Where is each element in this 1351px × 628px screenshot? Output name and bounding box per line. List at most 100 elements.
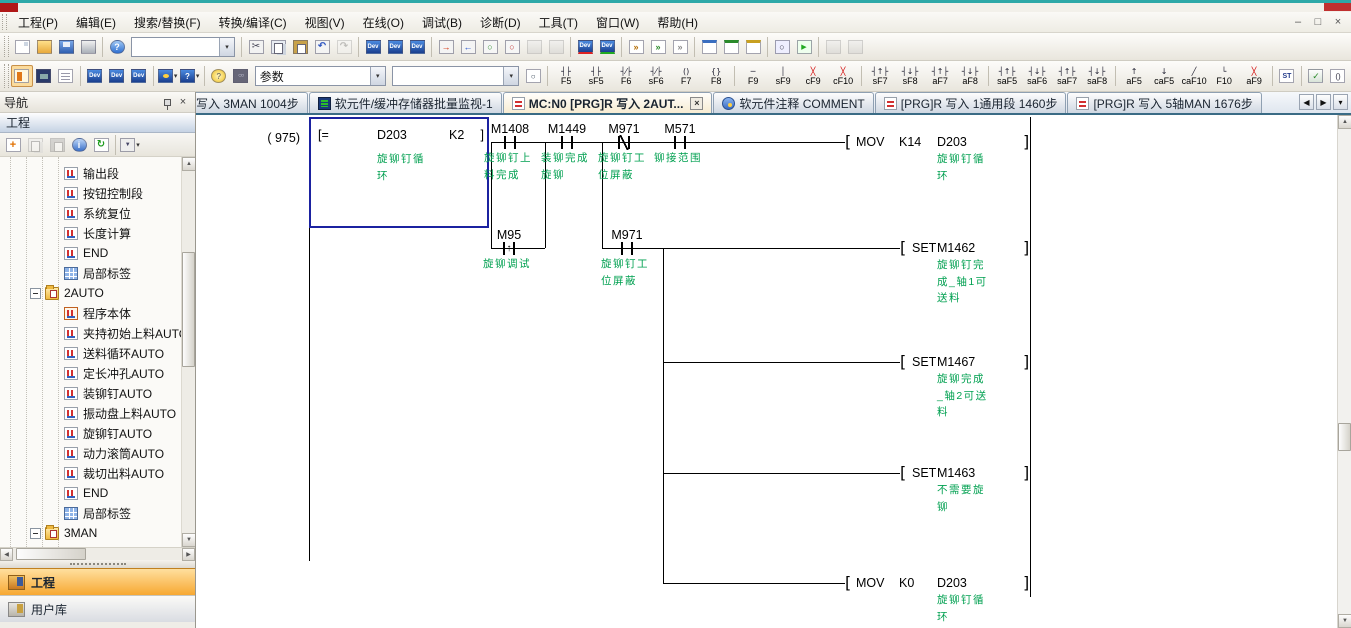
menu-item-6[interactable]: 调试(B) — [413, 12, 471, 33]
ladder-edit-icon[interactable] — [698, 36, 720, 58]
chevron-down-icon[interactable]: ▾ — [136, 141, 140, 149]
ladder-symbol-saF6-button[interactable]: ┤↓├saF6 — [1022, 64, 1052, 89]
scroll-up-arrow[interactable]: ▲ — [182, 157, 195, 171]
paste-icon[interactable] — [289, 36, 311, 58]
tree-item[interactable]: 2AUTO — [0, 283, 181, 303]
tree-item[interactable]: 输出段 — [0, 163, 181, 183]
minimize-button[interactable]: – — [1291, 16, 1305, 28]
menu-item-10[interactable]: 帮助(H) — [648, 12, 707, 33]
undo-icon[interactable] — [311, 36, 333, 58]
ladder-symbol-sF6-button[interactable]: ┤⁄├sF6 — [641, 64, 671, 89]
jump-green-icon[interactable] — [647, 36, 669, 58]
device-clear-icon[interactable] — [596, 36, 618, 58]
tree-item[interactable]: 长度计算 — [0, 223, 181, 243]
close-panel-button[interactable]: × — [175, 95, 191, 110]
menu-item-8[interactable]: 工具(T) — [530, 12, 587, 33]
ladder-symbol-sF9-button[interactable]: │sF9 — [768, 64, 798, 89]
document-tab-1[interactable]: 软元件/缓冲存储器批量监视-1 — [309, 92, 502, 113]
tab-scroll-right-icon[interactable]: ▶ — [1316, 94, 1331, 110]
device-combo[interactable]: ▾ — [392, 66, 519, 86]
write-to-plc-icon[interactable] — [435, 36, 457, 58]
cut-icon[interactable] — [245, 36, 267, 58]
new-data-icon[interactable] — [2, 134, 24, 156]
menu-item-4[interactable]: 视图(V) — [296, 12, 354, 33]
ladder-symbol-aF9-button[interactable]: ╳aF9 — [1239, 64, 1269, 89]
window-combo[interactable]: ▾ — [131, 37, 235, 57]
tab-close-icon[interactable]: × — [690, 97, 703, 110]
ladder-symbol-F5-button[interactable]: ┤├F5 — [551, 64, 581, 89]
menu-item-2[interactable]: 搜索/替换(F) — [125, 12, 210, 33]
device-test-icon[interactable] — [574, 36, 596, 58]
tree-item[interactable]: 局部标签 — [0, 503, 181, 523]
find-icon[interactable] — [230, 65, 252, 87]
edit-coil-icon[interactable] — [1327, 65, 1349, 87]
device-memory-icon[interactable] — [106, 65, 128, 87]
program-run-icon[interactable] — [793, 36, 815, 58]
tree-item[interactable]: 夹持初始上料AUTO — [0, 323, 181, 343]
sort-icon[interactable]: ▾ — [119, 134, 141, 156]
device-register-monitor-icon[interactable] — [406, 36, 428, 58]
ladder-symbol-caF10-button[interactable]: ╱caF10 — [1179, 64, 1209, 89]
close-button[interactable]: × — [1331, 16, 1345, 28]
data-combo[interactable]: 参数 ▾ — [255, 66, 386, 86]
menu-item-7[interactable]: 诊断(D) — [471, 12, 530, 33]
tree-item[interactable]: 系统复位 — [0, 203, 181, 223]
document-tab-2[interactable]: MC:N0 [PRG]R 写入 2AUT...× — [503, 92, 713, 113]
tree-item[interactable]: 定长冲孔AUTO — [0, 363, 181, 383]
document-tab-3[interactable]: 软元件注释 COMMENT — [713, 92, 873, 113]
ladder-symbol-F10-button[interactable]: └F10 — [1209, 64, 1239, 89]
chevron-down-icon[interactable]: ▾ — [503, 67, 518, 85]
chevron-down-icon[interactable]: ▾ — [219, 38, 234, 56]
device-find-icon[interactable]: ▾ — [179, 65, 201, 87]
ladder-symbol-F6-button[interactable]: ┤⁄├F6 — [611, 64, 641, 89]
ladder-symbol-sF8-button[interactable]: ┤↓├sF8 — [895, 64, 925, 89]
ladder-symbol-saF8-button[interactable]: ┤↓├saF8 — [1082, 64, 1112, 89]
ladder-symbol-cF10-button[interactable]: ╳cF10 — [828, 64, 858, 89]
module-config-icon[interactable] — [33, 65, 55, 87]
panel-button-1[interactable]: 用户库 — [0, 595, 195, 622]
tree-item[interactable]: END — [0, 483, 181, 503]
tree-item[interactable]: 3MAN — [0, 523, 181, 543]
document-tab-0[interactable]: 写入 3MAN 1004步 — [196, 92, 308, 113]
device-batch-monitor-icon[interactable] — [384, 36, 406, 58]
read-from-plc-icon[interactable] — [457, 36, 479, 58]
open-project-icon[interactable] — [33, 36, 55, 58]
jump-yellow-icon[interactable] — [669, 36, 691, 58]
panel-button-0[interactable]: 工程 — [0, 568, 195, 595]
scroll-down-arrow[interactable]: ▼ — [1338, 614, 1351, 628]
ladder-symbol-sF7-button[interactable]: ┤↑├sF7 — [865, 64, 895, 89]
chevron-down-icon[interactable]: ▾ — [370, 67, 385, 85]
tree-vertical-scrollbar[interactable]: ▲ ▼ — [181, 157, 195, 547]
ladder-symbol-cF9-button[interactable]: ╳cF9 — [798, 64, 828, 89]
find-device-icon[interactable] — [771, 36, 793, 58]
st-editor-icon[interactable] — [1276, 65, 1298, 87]
device-setting-icon[interactable] — [128, 65, 150, 87]
chevron-down-icon[interactable]: ▾ — [196, 72, 200, 80]
navigation-window-icon[interactable] — [11, 65, 33, 87]
tree-item[interactable]: 旋铆钉AUTO — [0, 423, 181, 443]
menu-item-3[interactable]: 转换/编译(C) — [210, 12, 296, 33]
menu-item-5[interactable]: 在线(O) — [354, 12, 413, 33]
ladder-symbol-F7-button[interactable]: ()F7 — [671, 64, 701, 89]
ladder-symbol-saF5-button[interactable]: ┤↑├saF5 — [992, 64, 1022, 89]
tree-item[interactable]: 裁切出料AUTO — [0, 463, 181, 483]
tab-menu-icon[interactable]: ▾ — [1333, 94, 1348, 110]
watch-window-icon[interactable]: ▾ — [157, 65, 179, 87]
ladder-symbol-aF5-button[interactable]: ↑aF5 — [1119, 64, 1149, 89]
ladder-symbol-F8-button[interactable]: {}F8 — [701, 64, 731, 89]
pin-icon[interactable] — [159, 95, 175, 110]
tree-item[interactable]: 动力滚筒AUTO — [0, 443, 181, 463]
pulse-edit-icon[interactable] — [742, 36, 764, 58]
chevron-down-icon[interactable]: ▾ — [174, 72, 178, 80]
data-find-icon[interactable] — [522, 65, 544, 87]
scroll-left-arrow[interactable]: ◀ — [0, 548, 13, 561]
restore-button[interactable]: □ — [1311, 16, 1325, 28]
monitor-stop-icon[interactable] — [501, 36, 523, 58]
document-tab-4[interactable]: [PRG]R 写入 1通用段 1460步 — [875, 92, 1067, 113]
ladder-symbol-sF5-button[interactable]: ┤├sF5 — [581, 64, 611, 89]
tab-scroll-left-icon[interactable]: ◀ — [1299, 94, 1314, 110]
device-comment-icon[interactable] — [84, 65, 106, 87]
ladder-symbol-caF5-button[interactable]: ↓caF5 — [1149, 64, 1179, 89]
document-tab-5[interactable]: [PRG]R 写入 5轴MAN 1676步 — [1067, 92, 1261, 113]
ladder-canvas[interactable]: ( 975) [= D203 K2 ] 旋铆钉循 环 — [196, 115, 1337, 628]
